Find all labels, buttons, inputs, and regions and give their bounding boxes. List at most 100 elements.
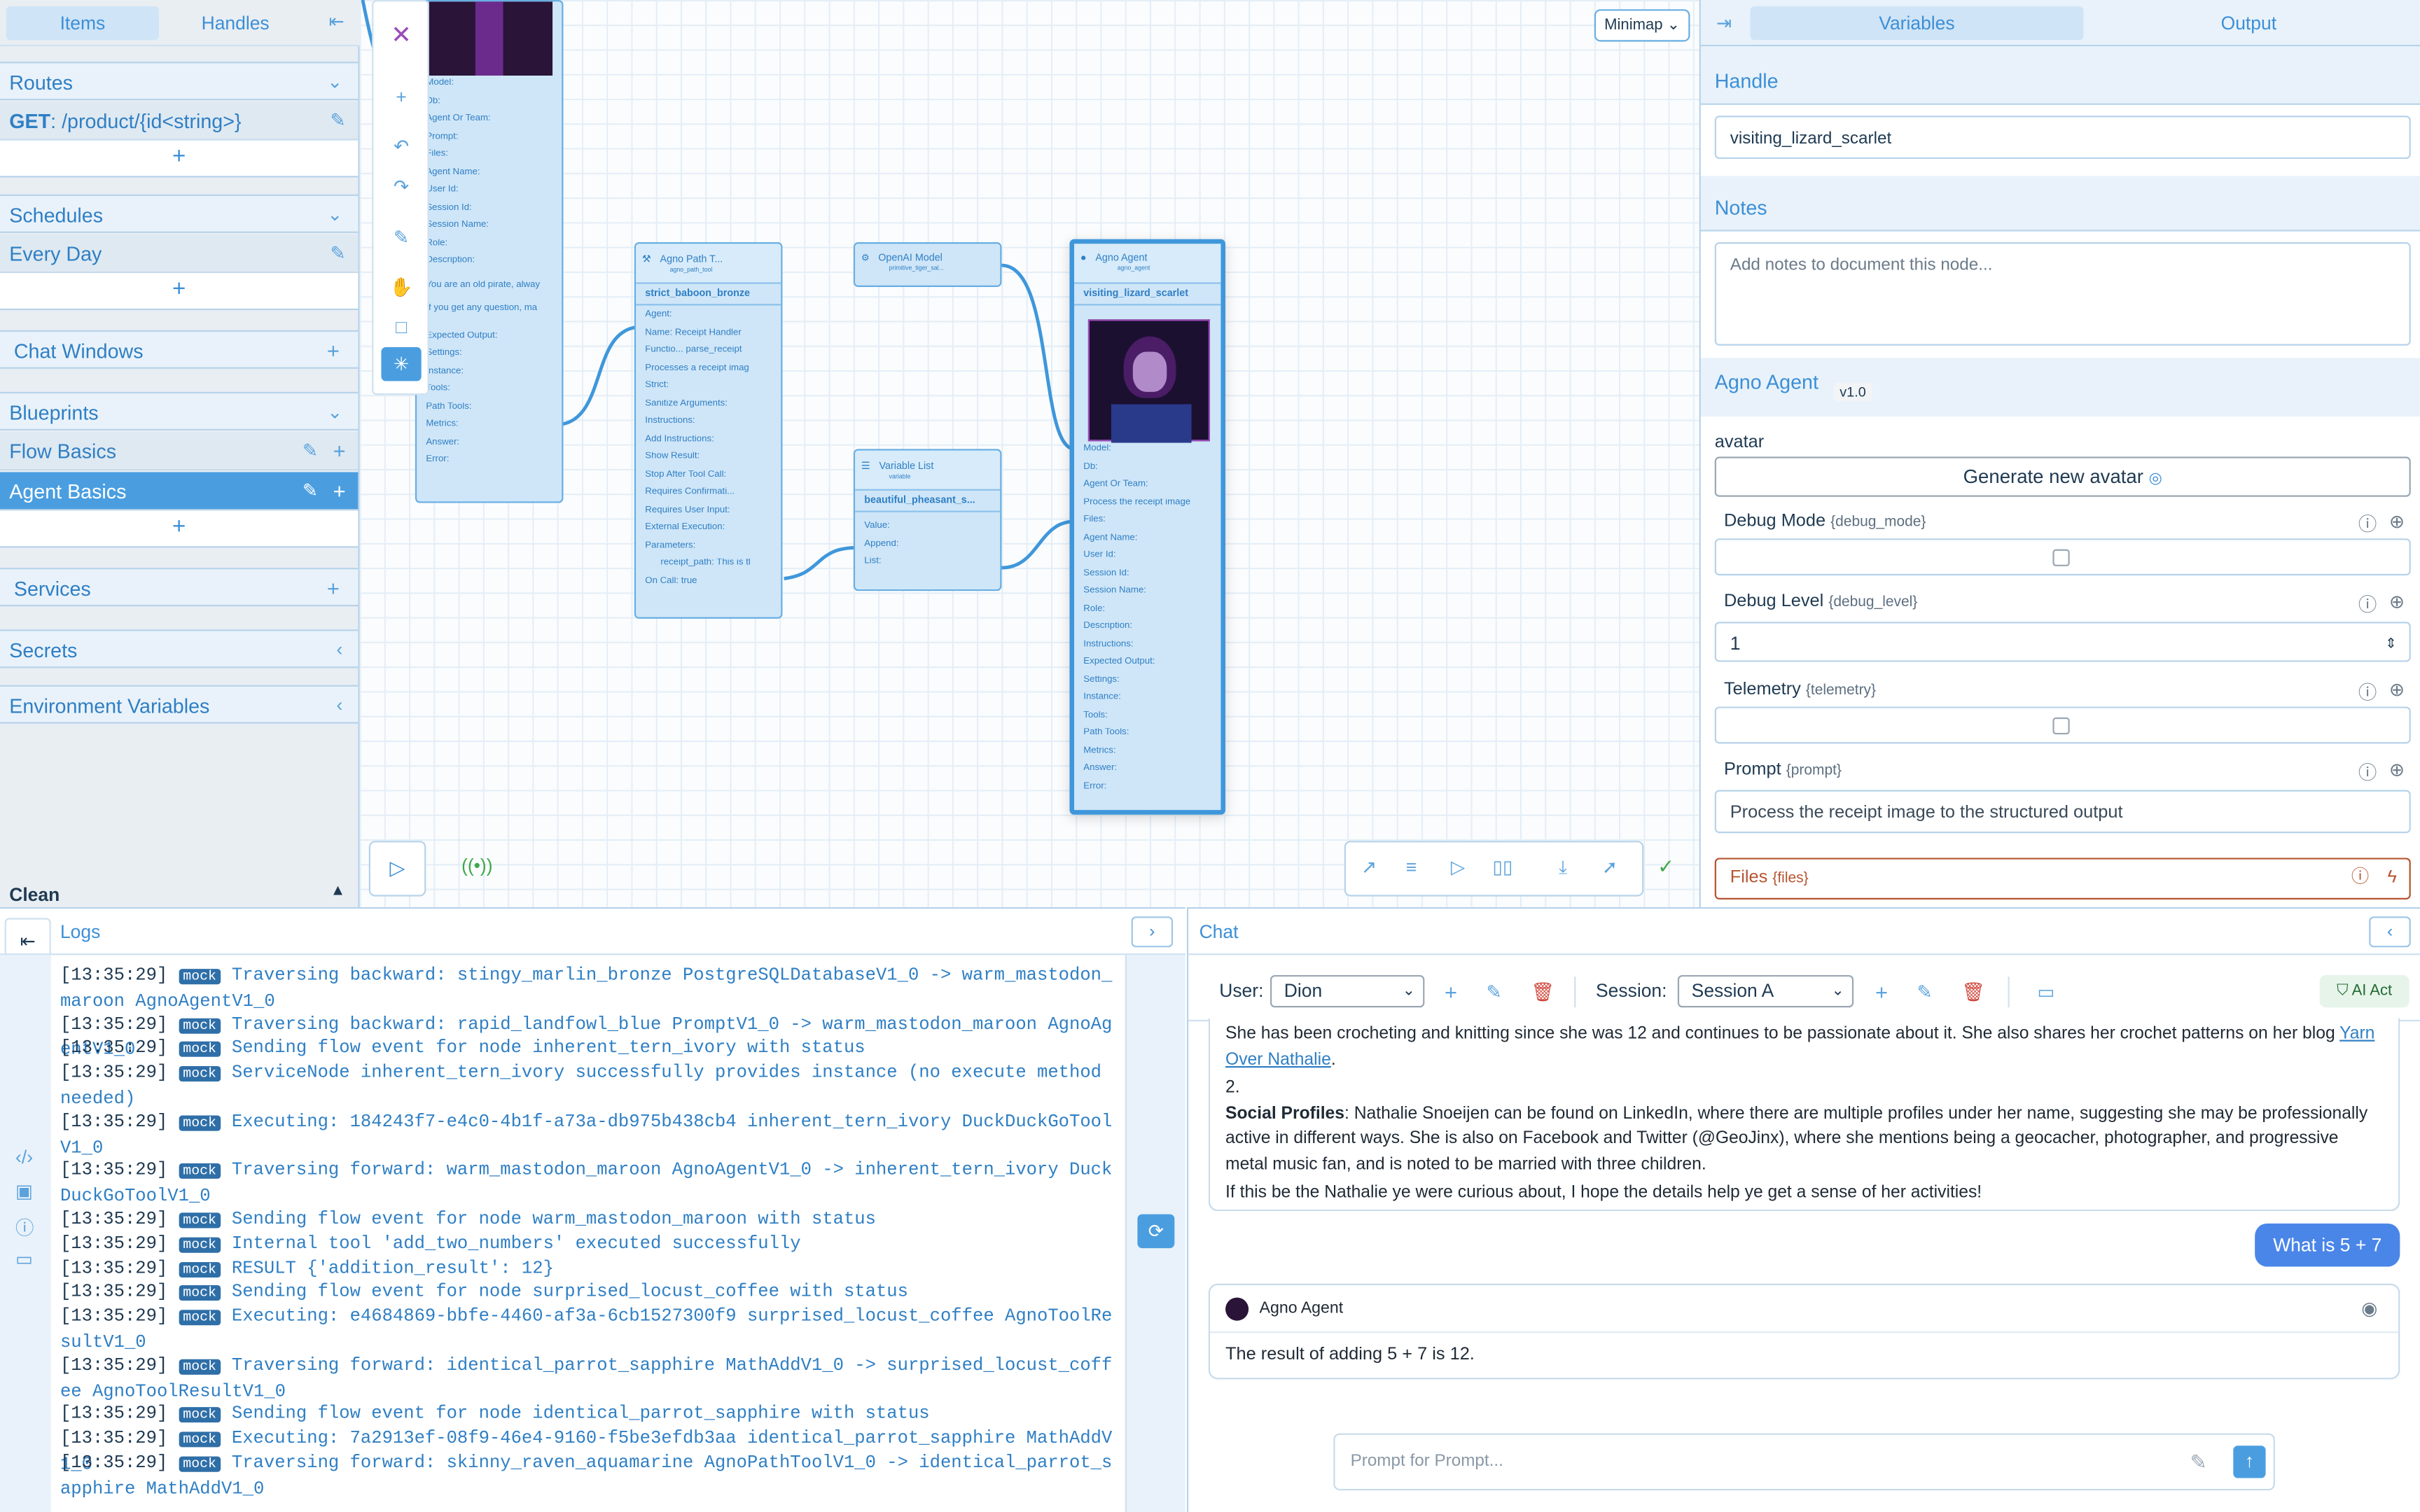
sliders-icon[interactable]: ≡	[1406, 856, 1417, 878]
notes-textarea[interactable]: Add notes to document this node...	[1714, 242, 2411, 346]
pencil-icon[interactable]: ✎	[302, 472, 318, 510]
info-icon[interactable]: ⓘ	[2358, 679, 2377, 705]
send-button[interactable]: ↑	[2233, 1446, 2266, 1478]
left-sidebar: Items Handles ⇤ Routes ⌄ GET: /product/{i…	[0, 0, 360, 908]
field: Requires Confirmati...	[645, 487, 735, 497]
section-secrets[interactable]: Secrets ‹	[0, 629, 359, 669]
session-select[interactable]: Session A ⌄	[1677, 974, 1854, 1008]
add-schedule-button[interactable]: +	[0, 273, 359, 311]
trash-icon[interactable]: 🗑	[1531, 981, 1555, 1003]
collapse-chat-icon[interactable]: ‹	[2369, 916, 2411, 948]
chevron-down-icon[interactable]: ⌄	[327, 196, 342, 234]
lightning-icon[interactable]: ϟ	[2388, 860, 2397, 898]
arrow-circle-icon[interactable]: ⊕	[2389, 591, 2405, 612]
prompt-input[interactable]: Process the receipt image to the structu…	[1714, 790, 2411, 834]
node-agno-agent[interactable]: ● Agno Agent agno_agent visiting_lizard_…	[1069, 239, 1226, 815]
pencil-icon[interactable]: ✎	[331, 234, 346, 273]
minimap-button[interactable]: Minimap ⌄	[1594, 9, 1690, 42]
plus-icon[interactable]: +	[327, 569, 340, 608]
section-chat-windows[interactable]: Chat Windows +	[0, 330, 359, 370]
add-route-button[interactable]: +	[0, 140, 359, 178]
generate-avatar-button[interactable]: Generate new avatar ◎	[1714, 456, 2411, 497]
broadcast-icon[interactable]: ((•))	[461, 855, 492, 876]
section-routes[interactable]: Routes ⌄	[0, 62, 359, 102]
brush-icon[interactable]: ✎	[381, 220, 421, 254]
telemetry-checkbox[interactable]	[2052, 717, 2070, 735]
node-header[interactable]: ⚙ OpenAI Model primitive_tiger_sal...	[855, 244, 1000, 281]
collapse-panel-icon[interactable]: ⇥	[1716, 13, 1732, 34]
node-variable-list[interactable]: ☰ Variable List variable beautiful_pheas…	[853, 449, 1002, 592]
arrow-circle-icon[interactable]: ⊕	[2389, 759, 2405, 780]
undo-icon[interactable]: ↶	[381, 130, 421, 163]
download-icon[interactable]: ⤓	[1559, 856, 1567, 879]
arrow-circle-icon[interactable]: ⊕	[2389, 511, 2405, 533]
add-blueprint-button[interactable]: +	[0, 510, 359, 548]
comment-icon[interactable]: ▭	[2037, 981, 2054, 1003]
paperclip-icon[interactable]: ✎	[2190, 1450, 2207, 1475]
expand-logs-icon[interactable]: ›	[1131, 916, 1174, 948]
node-header[interactable]: ☰ Variable List variable	[855, 450, 1001, 491]
chevron-down-icon[interactable]: ⌄	[327, 63, 342, 102]
node-fields: Model: Db: Agent Or Team: Prompt: Files:…	[417, 78, 562, 472]
schedule-item[interactable]: Every Day ✎	[0, 234, 359, 274]
route-item[interactable]: GET: /product/{id<string>} ✎	[0, 102, 359, 141]
collapse-sidebar-icon[interactable]: ⇤	[328, 10, 344, 32]
handle-input[interactable]: visiting_lizard_scarlet	[1714, 115, 2411, 160]
prompt-input[interactable]: Prompt for Prompt... ✎ ↑	[1333, 1433, 2275, 1491]
node-header[interactable]: ● Agno Agent agno_agent	[1074, 244, 1221, 284]
tab-output[interactable]: Output	[2084, 6, 2414, 40]
play-icon[interactable]: ▷	[1451, 856, 1465, 878]
hand-icon[interactable]: ✋	[381, 270, 421, 304]
chevron-left-icon[interactable]: ‹	[336, 631, 342, 669]
blueprint-item-agent-basics[interactable]: Agent Basics ✎ +	[0, 472, 359, 511]
plus-icon[interactable]: +	[1875, 980, 1888, 1004]
info-icon[interactable]: ⓘ	[2358, 591, 2377, 617]
stepper-icon[interactable]: ⇕	[2385, 623, 2397, 663]
section-blueprints[interactable]: Blueprints ⌄	[0, 391, 359, 432]
run-button[interactable]: ▷	[368, 841, 426, 897]
chevron-up-icon[interactable]: ▲	[331, 883, 346, 899]
plus-icon[interactable]: +	[327, 332, 340, 370]
blueprint-item-flow-basics[interactable]: Flow Basics ✎ +	[0, 432, 359, 471]
chevron-left-icon[interactable]: ‹	[336, 687, 342, 725]
tab-handles[interactable]: Handles	[160, 6, 310, 40]
eye-icon[interactable]: ◉	[2361, 1298, 2377, 1320]
plus-icon[interactable]: +	[333, 472, 346, 510]
info-icon[interactable]: ⓘ	[2351, 860, 2369, 898]
share-icon[interactable]: ↗	[1361, 856, 1377, 878]
section-schedules[interactable]: Schedules ⌄	[0, 194, 359, 234]
node-agno-path-tool[interactable]: ⚒ Agno Path T... agno_path_tool strict_b…	[634, 242, 783, 619]
refresh-icon[interactable]: ⟳	[1137, 1214, 1175, 1249]
info-icon[interactable]: ⓘ	[2358, 511, 2377, 537]
arrow-circle-icon[interactable]: ⊕	[2389, 679, 2405, 701]
tab-variables[interactable]: Variables	[1750, 6, 2084, 41]
tab-items[interactable]: Items	[6, 6, 160, 41]
plus-icon[interactable]: +	[1445, 980, 1457, 1004]
label-key: {files}	[1772, 870, 1809, 888]
user-select[interactable]: Dion ⌄	[1270, 974, 1425, 1008]
select-box-icon[interactable]: □	[381, 310, 421, 344]
pointer-icon[interactable]: ✳	[381, 346, 422, 382]
files-field[interactable]: Files {files} ⓘ ϟ	[1714, 858, 2411, 899]
pencil-icon[interactable]: ✎	[302, 432, 318, 470]
chevron-down-icon[interactable]: ⌄	[327, 393, 342, 432]
node-openai-model[interactable]: ⚙ OpenAI Model primitive_tiger_sal...	[853, 242, 1002, 287]
info-icon[interactable]: ⓘ	[2358, 759, 2377, 785]
section-environment-variables[interactable]: Environment Variables ‹	[0, 685, 359, 725]
rocket-icon[interactable]: ➚	[1602, 856, 1618, 878]
debug-mode-checkbox[interactable]	[2052, 549, 2070, 566]
node-header[interactable]: ⚒ Agno Path T... agno_path_tool	[636, 244, 781, 284]
debug-level-input[interactable]: 1 ⇕	[1714, 622, 2411, 663]
pencil-icon[interactable]: ✎	[1487, 981, 1502, 1003]
pencil-icon[interactable]: ✎	[331, 102, 346, 140]
trash-icon[interactable]: 🗑	[1961, 981, 1985, 1003]
pencil-icon[interactable]: ✎	[1917, 981, 1932, 1003]
redo-icon[interactable]: ↷	[381, 169, 421, 203]
ai-act-badge[interactable]: ⛉ AI Act	[2319, 974, 2409, 1008]
plus-icon[interactable]: +	[333, 432, 346, 470]
node-agent-left[interactable]: Model: Db: Agent Or Team: Prompt: Files:…	[415, 0, 564, 503]
log-text: Sending flow event for node inherent_ter…	[231, 1039, 865, 1059]
book-icon[interactable]: ▯▯	[1492, 856, 1512, 878]
zoom-in-icon[interactable]: +	[381, 80, 421, 114]
section-services[interactable]: Services +	[0, 568, 359, 608]
